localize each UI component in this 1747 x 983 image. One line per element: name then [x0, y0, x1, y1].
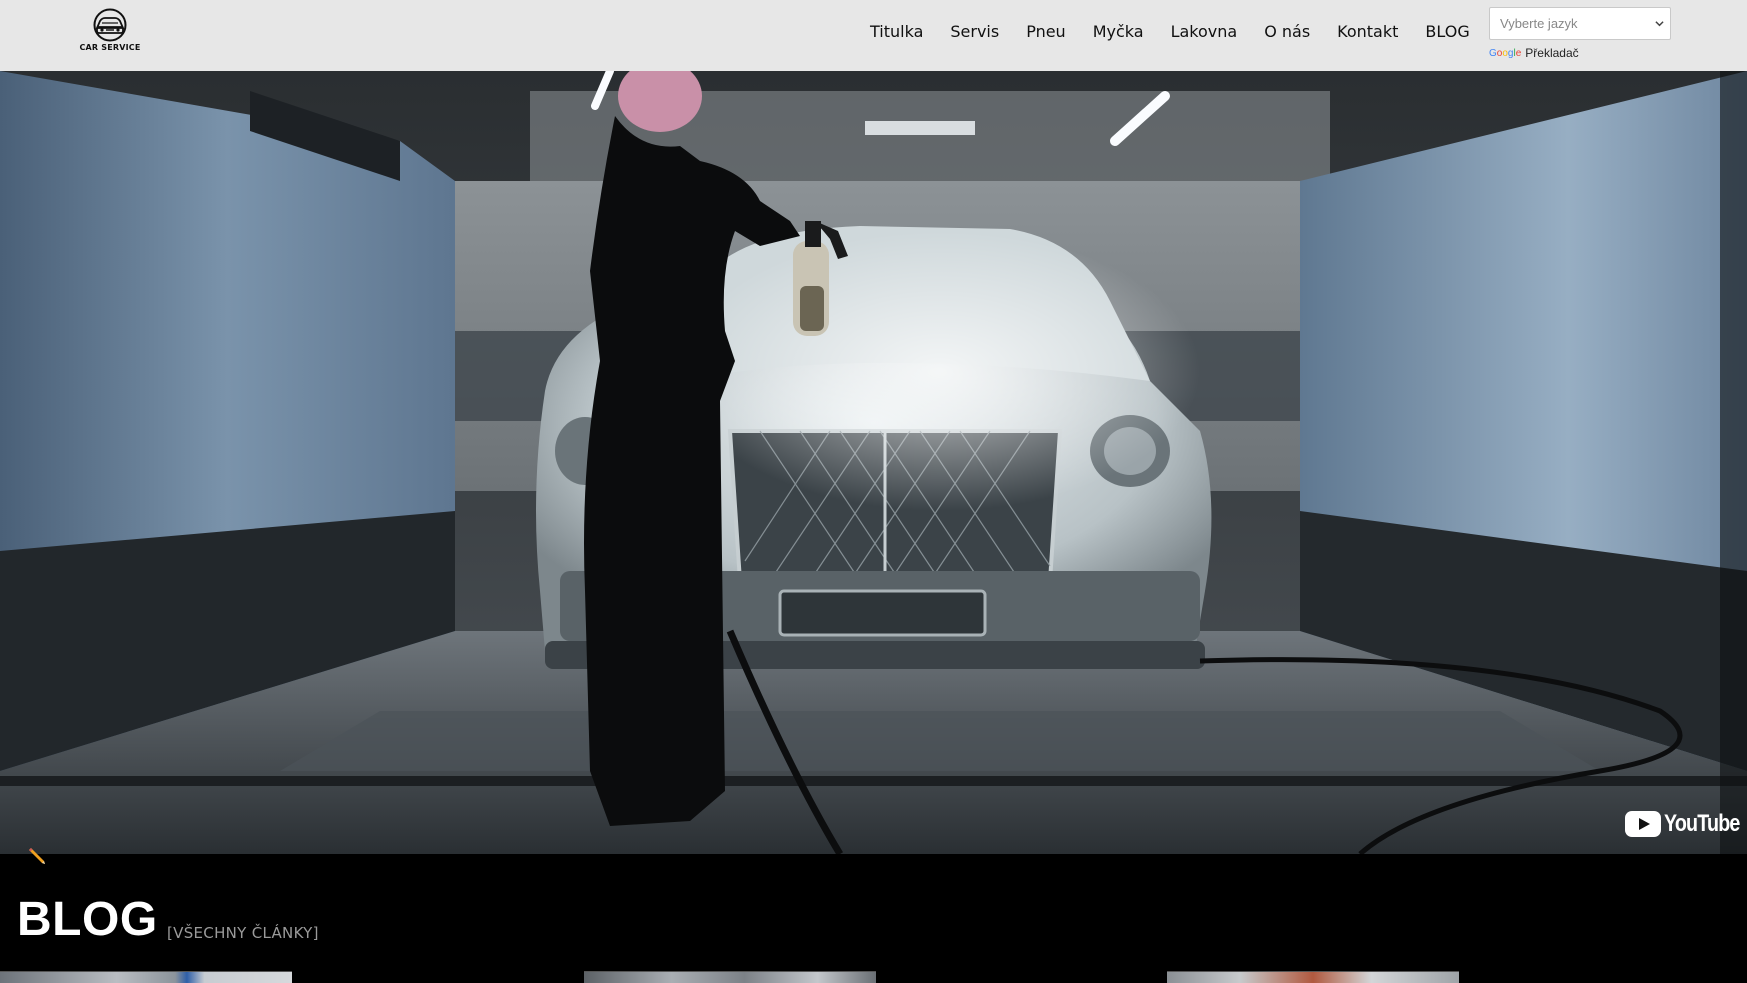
pencil-icon[interactable]: [26, 846, 48, 868]
logo-text: CAR SERVICE: [79, 43, 141, 52]
google-logo: Google: [1489, 47, 1522, 59]
site-header: CAR SERVICE Titulka Servis Pneu Myčka La…: [0, 0, 1747, 71]
blog-title: BLOG: [17, 893, 158, 946]
nav-item-mycka[interactable]: Myčka: [1093, 20, 1144, 44]
nav-item-titulka[interactable]: Titulka: [870, 20, 923, 44]
hero-video[interactable]: [0, 71, 1747, 854]
blog-section: BLOG [VŠECHNY ČLÁNKY]: [0, 854, 1747, 983]
all-articles-link[interactable]: [VŠECHNY ČLÁNKY]: [167, 924, 319, 942]
language-select[interactable]: Vyberte jazyk: [1489, 7, 1671, 40]
language-select-value: Vyberte jazyk: [1500, 16, 1578, 31]
translate-link[interactable]: Překladač: [1525, 46, 1578, 60]
nav-item-o-nas[interactable]: O nás: [1264, 20, 1310, 44]
nav-item-kontakt[interactable]: Kontakt: [1337, 20, 1398, 44]
youtube-badge[interactable]: YouTube: [1625, 808, 1747, 840]
blog-card-thumbnail[interactable]: [1167, 971, 1459, 983]
youtube-wordmark: YouTube: [1664, 810, 1740, 837]
car-logo-icon: [93, 8, 127, 42]
nav-item-pneu[interactable]: Pneu: [1026, 20, 1066, 44]
nav-item-lakovna[interactable]: Lakovna: [1171, 20, 1238, 44]
car-wash-scene-image: [0, 71, 1747, 854]
blog-card-thumbnail[interactable]: [0, 971, 292, 983]
main-nav: Titulka Servis Pneu Myčka Lakovna O nás …: [870, 20, 1470, 44]
nav-item-blog[interactable]: BLOG: [1425, 20, 1469, 44]
chevron-down-icon: [1655, 21, 1664, 27]
blog-card-thumbnail[interactable]: [584, 971, 876, 983]
youtube-play-icon: [1625, 811, 1661, 837]
site-logo[interactable]: CAR SERVICE: [78, 8, 142, 58]
nav-item-servis[interactable]: Servis: [950, 20, 999, 44]
google-translate-credit: Google Překladač: [1489, 46, 1579, 60]
